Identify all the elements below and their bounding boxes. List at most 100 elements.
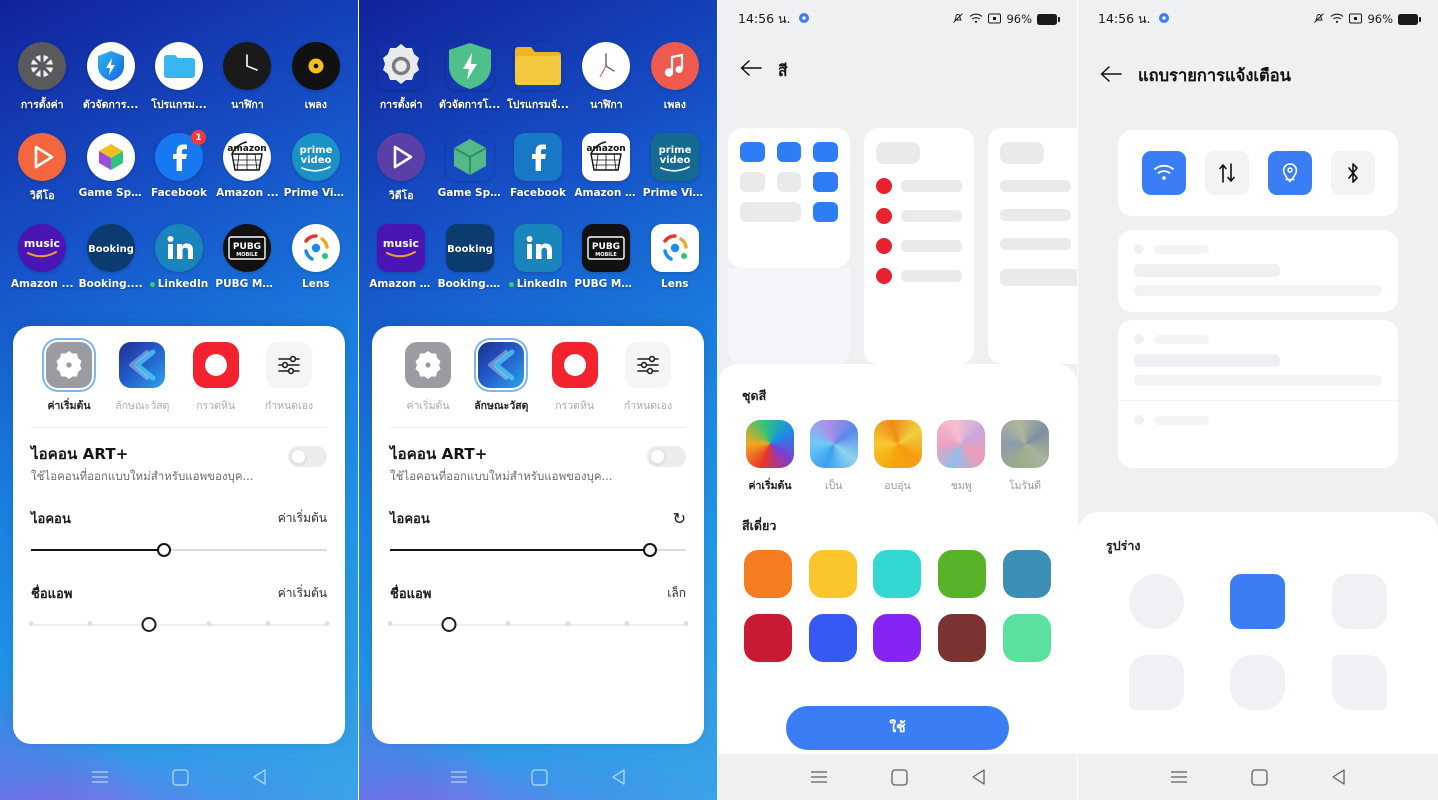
app-icon-5[interactable]: เพลง (282, 42, 350, 113)
app-icon-4[interactable]: นาฬิกา (213, 42, 281, 113)
amazon-shopping-icon[interactable]: amazon (582, 133, 631, 181)
back-triangle-icon[interactable] (611, 769, 626, 785)
app-icon-10[interactable]: prime video Prime Vid... (282, 133, 350, 204)
app-icon-13[interactable]: LinkedIn (145, 224, 213, 290)
theme-swatch-1[interactable]: ค่าเริ่มต้น (742, 420, 798, 494)
pebble-style-icon[interactable] (551, 342, 598, 388)
app-icon-2[interactable]: ตัวจัดการ... (76, 42, 144, 113)
material-style-icon[interactable] (119, 342, 166, 388)
clock-icon[interactable] (223, 42, 272, 90)
color-swatch-8[interactable] (873, 614, 922, 662)
theme-swatch-4[interactable]: ชมพู (933, 420, 989, 494)
phone-manager-shield-icon[interactable] (446, 42, 494, 90)
menu-icon[interactable] (91, 770, 109, 784)
app-icon-15[interactable]: Lens (641, 224, 709, 290)
video-play-icon[interactable] (377, 133, 426, 181)
custom-sliders-icon[interactable] (624, 342, 671, 388)
theme-swatch-5[interactable]: โมรันดี (997, 420, 1053, 494)
default-style-icon[interactable] (46, 342, 92, 388)
style-tab-3[interactable]: กรวดหิน (182, 342, 250, 414)
theme-swatch-3[interactable]: อบอุ่น (870, 420, 926, 494)
back-arrow-icon[interactable] (1100, 66, 1122, 86)
home-square-icon[interactable] (531, 768, 548, 786)
app-icon-7[interactable]: Game Space (435, 133, 503, 204)
app-icon-3[interactable]: โปรแกรมจั... (504, 42, 572, 113)
shape-option-squircle[interactable] (1331, 574, 1387, 629)
system-navbar[interactable] (1078, 754, 1438, 800)
art-plus-row[interactable]: ไอคอน ART+ ใช้ไอคอนที่ออกแบบใหม่สำหรับแอ… (390, 442, 686, 486)
google-lens-icon[interactable] (291, 224, 340, 272)
theme-color-preview[interactable] (873, 420, 922, 468)
app-icon-6[interactable]: วิดีโอ (8, 133, 76, 204)
color-swatch-10[interactable] (1002, 614, 1051, 662)
default-style-icon[interactable] (405, 342, 451, 388)
app-icon-12[interactable]: Booking Booking.c... (435, 224, 503, 290)
shape-option-soft-squircle[interactable] (1230, 655, 1286, 710)
booking-com-icon[interactable]: Booking (86, 224, 135, 272)
shape-option-teardrop[interactable] (1129, 655, 1185, 710)
theme-color-preview[interactable] (937, 420, 986, 468)
amazon-shopping-icon[interactable]: amazon (223, 133, 272, 181)
shape-option-circle[interactable] (1129, 574, 1185, 629)
app-icon-6[interactable]: วิดีโอ (367, 133, 435, 204)
art-plus-toggle[interactable] (288, 446, 327, 467)
app-icon-14[interactable]: PUBG MOBILE PUBG MO... (572, 224, 640, 290)
prime-video-icon[interactable]: prime video (291, 133, 340, 181)
app-icon-14[interactable]: PUBG MOBILE PUBG MO... (213, 224, 281, 290)
phone-manager-shield-icon[interactable] (86, 42, 135, 90)
app-icon-12[interactable]: Booking Booking.... (76, 224, 144, 290)
pubg-mobile-icon[interactable]: PUBG MOBILE (223, 224, 272, 272)
theme-color-preview[interactable] (746, 420, 794, 468)
reset-icon[interactable]: ↻ (673, 510, 686, 527)
back-triangle-icon[interactable] (971, 769, 986, 785)
back-triangle-icon[interactable] (252, 769, 267, 785)
linkedin-icon[interactable] (513, 224, 562, 272)
pebble-style-icon[interactable] (192, 342, 239, 388)
apply-button[interactable]: ใช้ (786, 706, 1009, 750)
color-swatch-7[interactable] (808, 614, 857, 662)
facebook-icon[interactable]: 1 (154, 130, 206, 181)
game-space-icon[interactable] (86, 133, 135, 181)
bluetooth-icon[interactable] (1330, 151, 1375, 195)
clock-icon[interactable] (582, 42, 631, 90)
app-icon-10[interactable]: primevideo Prime Video (641, 133, 709, 204)
style-tab-2[interactable]: ลักษณะวัสดุ (108, 342, 176, 414)
linkedin-icon[interactable] (154, 224, 203, 272)
appname-size-slider[interactable] (387, 614, 689, 636)
app-icon-11[interactable]: music Amazon M... (367, 224, 435, 290)
amazon-music-icon[interactable]: music (18, 224, 67, 272)
app-icon-8[interactable]: Facebook (504, 133, 572, 204)
style-tab-3[interactable]: กรวดหิน (541, 342, 609, 414)
shape-option-leaf[interactable] (1331, 655, 1387, 710)
style-tab-1[interactable]: ค่าเริ่มต้น (394, 342, 462, 414)
color-swatch-3[interactable] (873, 550, 922, 598)
art-plus-row[interactable]: ไอคอน ART+ ใช้ไอคอนที่ออกแบบใหม่สำหรับแอ… (31, 442, 327, 486)
style-tab-4[interactable]: กำหนดเอง (255, 342, 323, 414)
icon-size-slider[interactable] (390, 539, 686, 561)
wifi-icon[interactable] (1141, 151, 1186, 195)
app-icon-5[interactable]: เพลง (641, 42, 709, 113)
back-triangle-icon[interactable] (1331, 769, 1346, 785)
app-icon-7[interactable]: Game Sp... (76, 133, 144, 204)
home-square-icon[interactable] (890, 768, 908, 786)
art-plus-toggle[interactable] (647, 446, 686, 467)
music-vinyl-icon[interactable] (291, 42, 340, 90)
color-swatch-9[interactable] (938, 614, 987, 662)
style-tab-2[interactable]: ลักษณะวัสดุ (467, 342, 535, 414)
location-icon[interactable] (1267, 151, 1312, 195)
prime-video-icon[interactable]: prime video (650, 133, 699, 181)
settings-gear-icon[interactable] (18, 42, 67, 90)
theme-swatch-2[interactable]: เป็น (806, 420, 862, 494)
app-icon-1[interactable]: การตั้งค่า (367, 42, 435, 113)
theme-color-preview[interactable] (1001, 420, 1049, 468)
color-swatch-2[interactable] (808, 550, 857, 598)
app-icon-9[interactable]: amazon Amazon S... (572, 133, 640, 204)
style-tab-1[interactable]: ค่าเริ่มต้น (35, 342, 103, 414)
appname-size-slider[interactable] (28, 614, 330, 636)
app-icon-2[interactable]: ตัวจัดการโ... (435, 42, 503, 113)
app-icon-11[interactable]: music Amazon ... (8, 224, 76, 290)
app-icon-1[interactable]: การตั้งค่า (8, 42, 76, 113)
menu-icon[interactable] (810, 770, 828, 784)
app-icon-3[interactable]: โปรแกรม... (145, 42, 213, 113)
app-icon-9[interactable]: amazon Amazon ... (213, 133, 281, 204)
